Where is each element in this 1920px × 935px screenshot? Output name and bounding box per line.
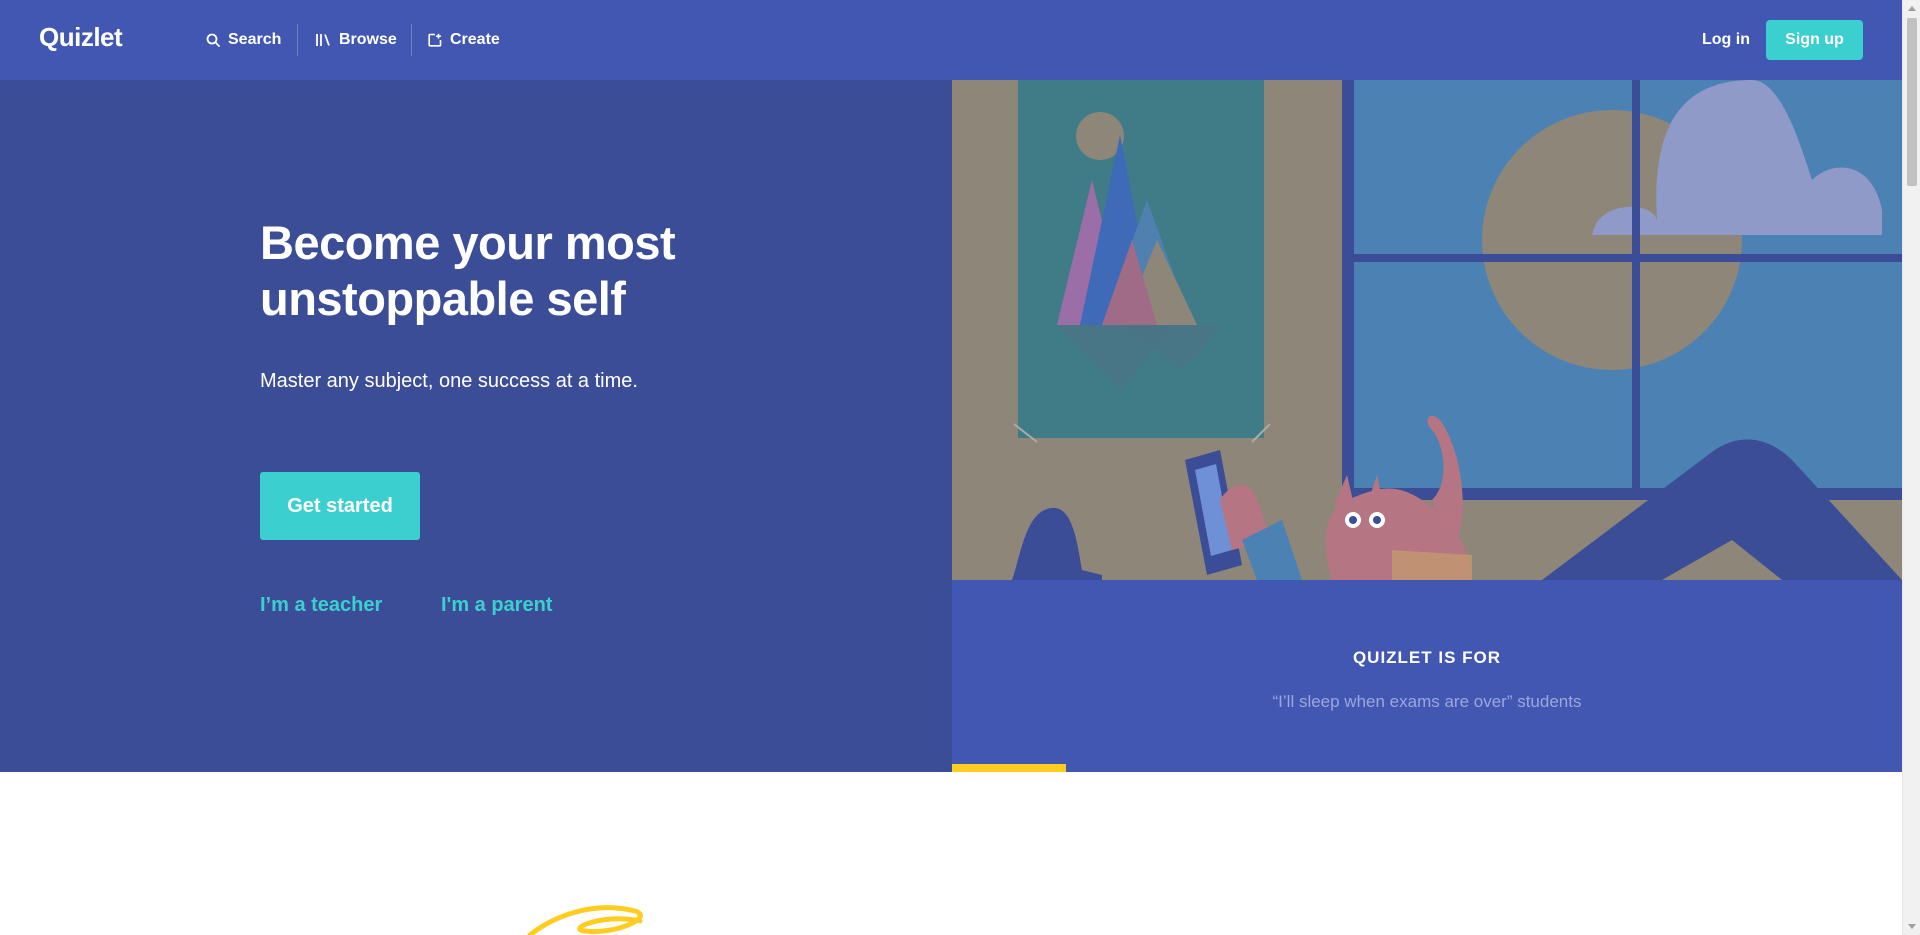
login-link[interactable]: Log in (1702, 0, 1750, 80)
scroll-up-arrow-icon[interactable] (1908, 6, 1916, 11)
quizlet-is-for-phrase: “I’ll sleep when exams are over” student… (1272, 692, 1582, 711)
hero-illustration (952, 80, 1902, 580)
hero-title: Become your most unstoppable self (260, 216, 676, 325)
hero-subtitle: Master any subject, one success at a tim… (260, 370, 638, 392)
create-icon (428, 33, 442, 47)
library-icon (315, 33, 331, 47)
quizlet-is-for-panel: QUIZLET IS FOR “I’ll sleep when exams ar… (952, 580, 1902, 772)
nav-browse[interactable]: Browse (315, 0, 397, 80)
nav-divider (297, 24, 298, 56)
parent-link[interactable]: I'm a parent (441, 594, 552, 617)
rotation-progress-track (952, 764, 1902, 772)
nav-browse-label: Browse (339, 31, 397, 48)
scrollbar-thumb[interactable] (1907, 18, 1917, 186)
quizlet-is-for-heading: QUIZLET IS FOR (1352, 648, 1502, 667)
rotation-progress-fill (952, 764, 1066, 772)
teacher-link[interactable]: I’m a teacher (260, 594, 382, 617)
nav-search[interactable]: Search (206, 0, 281, 80)
get-started-button[interactable]: Get started (260, 472, 420, 540)
hero-section: Become your most unstoppable self Master… (0, 80, 952, 772)
nav-create-label: Create (450, 31, 500, 48)
nav-divider (411, 24, 412, 56)
signup-button[interactable]: Sign up (1766, 20, 1863, 60)
nav-create[interactable]: Create (428, 0, 500, 80)
page-scrollbar[interactable] (1902, 0, 1920, 935)
search-icon (206, 33, 220, 47)
scroll-down-arrow-icon[interactable] (1908, 924, 1916, 929)
nav-search-label: Search (228, 31, 282, 48)
top-nav: Quizlet Search Browse Create Log in Sign… (0, 0, 1902, 80)
quizlet-logo[interactable]: Quizlet (39, 22, 123, 53)
yellow-scribble-icon (527, 905, 643, 935)
